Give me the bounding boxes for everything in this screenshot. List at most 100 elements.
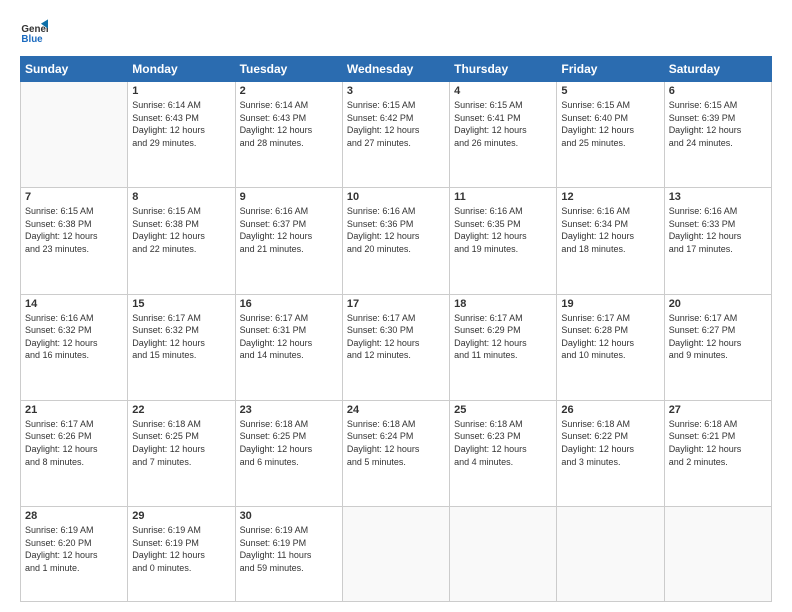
- day-number: 18: [454, 298, 552, 310]
- calendar-cell: 9 Sunrise: 6:16 AM Sunset: 6:37 PM Daylig…: [235, 188, 342, 294]
- day-info: Sunrise: 6:16 AM Sunset: 6:32 PM Dayligh…: [25, 312, 123, 362]
- calendar-cell: 6 Sunrise: 6:15 AM Sunset: 6:39 PM Daylig…: [664, 82, 771, 188]
- calendar-cell: [450, 507, 557, 602]
- day-number: 27: [669, 404, 767, 416]
- day-number: 25: [454, 404, 552, 416]
- calendar-cell: 14 Sunrise: 6:16 AM Sunset: 6:32 PM Dayli…: [21, 294, 128, 400]
- day-info: Sunrise: 6:17 AM Sunset: 6:30 PM Dayligh…: [347, 312, 445, 362]
- day-info: Sunrise: 6:17 AM Sunset: 6:31 PM Dayligh…: [240, 312, 338, 362]
- calendar-cell: 18 Sunrise: 6:17 AM Sunset: 6:29 PM Dayli…: [450, 294, 557, 400]
- week-row-3: 14 Sunrise: 6:16 AM Sunset: 6:32 PM Dayli…: [21, 294, 772, 400]
- calendar-cell: [21, 82, 128, 188]
- calendar-cell: 3 Sunrise: 6:15 AM Sunset: 6:42 PM Daylig…: [342, 82, 449, 188]
- calendar-cell: 13 Sunrise: 6:16 AM Sunset: 6:33 PM Dayli…: [664, 188, 771, 294]
- day-number: 19: [561, 298, 659, 310]
- calendar-cell: 19 Sunrise: 6:17 AM Sunset: 6:28 PM Dayli…: [557, 294, 664, 400]
- day-number: 23: [240, 404, 338, 416]
- day-number: 26: [561, 404, 659, 416]
- week-row-2: 7 Sunrise: 6:15 AM Sunset: 6:38 PM Daylig…: [21, 188, 772, 294]
- svg-text:Blue: Blue: [21, 34, 43, 45]
- day-info: Sunrise: 6:17 AM Sunset: 6:29 PM Dayligh…: [454, 312, 552, 362]
- logo: General Blue: [20, 18, 48, 46]
- day-number: 14: [25, 298, 123, 310]
- day-number: 29: [132, 510, 230, 522]
- day-info: Sunrise: 6:15 AM Sunset: 6:38 PM Dayligh…: [25, 205, 123, 255]
- header: General Blue: [20, 18, 772, 46]
- calendar-cell: 12 Sunrise: 6:16 AM Sunset: 6:34 PM Dayli…: [557, 188, 664, 294]
- calendar-cell: 27 Sunrise: 6:18 AM Sunset: 6:21 PM Dayli…: [664, 400, 771, 506]
- calendar-table: SundayMondayTuesdayWednesdayThursdayFrid…: [20, 56, 772, 602]
- day-number: 5: [561, 85, 659, 97]
- day-info: Sunrise: 6:19 AM Sunset: 6:20 PM Dayligh…: [25, 524, 123, 574]
- calendar-cell: 8Sunrise: 6:15 AM Sunset: 6:38 PM Daylig…: [128, 188, 235, 294]
- day-info: Sunrise: 6:15 AM Sunset: 6:39 PM Dayligh…: [669, 99, 767, 149]
- calendar-cell: 2 Sunrise: 6:14 AM Sunset: 6:43 PM Daylig…: [235, 82, 342, 188]
- day-info: Sunrise: 6:18 AM Sunset: 6:23 PM Dayligh…: [454, 418, 552, 468]
- day-info: Sunrise: 6:19 AM Sunset: 6:19 PM Dayligh…: [132, 524, 230, 574]
- day-info: Sunrise: 6:18 AM Sunset: 6:22 PM Dayligh…: [561, 418, 659, 468]
- calendar-cell: 25 Sunrise: 6:18 AM Sunset: 6:23 PM Dayli…: [450, 400, 557, 506]
- day-info: Sunrise: 6:18 AM Sunset: 6:25 PM Dayligh…: [240, 418, 338, 468]
- calendar-cell: [342, 507, 449, 602]
- day-number: 2: [240, 85, 338, 97]
- day-info: Sunrise: 6:16 AM Sunset: 6:35 PM Dayligh…: [454, 205, 552, 255]
- calendar-cell: 7 Sunrise: 6:15 AM Sunset: 6:38 PM Daylig…: [21, 188, 128, 294]
- day-info: Sunrise: 6:18 AM Sunset: 6:24 PM Dayligh…: [347, 418, 445, 468]
- day-number: 24: [347, 404, 445, 416]
- calendar-cell: 26 Sunrise: 6:18 AM Sunset: 6:22 PM Dayli…: [557, 400, 664, 506]
- calendar-cell: 15Sunrise: 6:17 AM Sunset: 6:32 PM Dayli…: [128, 294, 235, 400]
- day-info: Sunrise: 6:16 AM Sunset: 6:37 PM Dayligh…: [240, 205, 338, 255]
- day-info: Sunrise: 6:16 AM Sunset: 6:33 PM Dayligh…: [669, 205, 767, 255]
- calendar-cell: 22Sunrise: 6:18 AM Sunset: 6:25 PM Dayli…: [128, 400, 235, 506]
- day-number: 30: [240, 510, 338, 522]
- day-info: Sunrise: 6:19 AM Sunset: 6:19 PM Dayligh…: [240, 524, 338, 574]
- calendar-cell: 30 Sunrise: 6:19 AM Sunset: 6:19 PM Dayli…: [235, 507, 342, 602]
- calendar-cell: 28 Sunrise: 6:19 AM Sunset: 6:20 PM Dayli…: [21, 507, 128, 602]
- day-number: 22: [132, 404, 230, 416]
- week-row-5: 28 Sunrise: 6:19 AM Sunset: 6:20 PM Dayli…: [21, 507, 772, 602]
- day-number: 6: [669, 85, 767, 97]
- day-info: Sunrise: 6:14 AM Sunset: 6:43 PM Dayligh…: [132, 99, 230, 149]
- week-row-1: 1 Sunrise: 6:14 AM Sunset: 6:43 PM Daylig…: [21, 82, 772, 188]
- weekday-header-friday: Friday: [557, 57, 664, 82]
- calendar-cell: 20Sunrise: 6:17 AM Sunset: 6:27 PM Dayli…: [664, 294, 771, 400]
- day-number: 12: [561, 191, 659, 203]
- weekday-header-monday: Monday: [128, 57, 235, 82]
- weekday-header-saturday: Saturday: [664, 57, 771, 82]
- calendar-cell: 21Sunrise: 6:17 AM Sunset: 6:26 PM Dayli…: [21, 400, 128, 506]
- calendar-cell: 16Sunrise: 6:17 AM Sunset: 6:31 PM Dayli…: [235, 294, 342, 400]
- day-info: Sunrise: 6:15 AM Sunset: 6:40 PM Dayligh…: [561, 99, 659, 149]
- day-number: 10: [347, 191, 445, 203]
- day-info: Sunrise: 6:16 AM Sunset: 6:36 PM Dayligh…: [347, 205, 445, 255]
- weekday-header-sunday: Sunday: [21, 57, 128, 82]
- day-number: 8: [132, 191, 230, 203]
- day-info: Sunrise: 6:15 AM Sunset: 6:42 PM Dayligh…: [347, 99, 445, 149]
- calendar-cell: 24 Sunrise: 6:18 AM Sunset: 6:24 PM Dayli…: [342, 400, 449, 506]
- day-number: 7: [25, 191, 123, 203]
- calendar-cell: 4 Sunrise: 6:15 AM Sunset: 6:41 PM Daylig…: [450, 82, 557, 188]
- day-info: Sunrise: 6:14 AM Sunset: 6:43 PM Dayligh…: [240, 99, 338, 149]
- day-info: Sunrise: 6:15 AM Sunset: 6:41 PM Dayligh…: [454, 99, 552, 149]
- day-number: 13: [669, 191, 767, 203]
- day-number: 11: [454, 191, 552, 203]
- day-number: 3: [347, 85, 445, 97]
- day-number: 28: [25, 510, 123, 522]
- day-number: 20: [669, 298, 767, 310]
- weekday-header-wednesday: Wednesday: [342, 57, 449, 82]
- calendar-cell: 23 Sunrise: 6:18 AM Sunset: 6:25 PM Dayli…: [235, 400, 342, 506]
- logo-icon: General Blue: [20, 18, 48, 46]
- day-info: Sunrise: 6:17 AM Sunset: 6:32 PM Dayligh…: [132, 312, 230, 362]
- page: General Blue SundayMondayTuesdayWednesda…: [0, 0, 792, 612]
- calendar-cell: [557, 507, 664, 602]
- day-number: 1: [132, 85, 230, 97]
- calendar-cell: 11 Sunrise: 6:16 AM Sunset: 6:35 PM Dayli…: [450, 188, 557, 294]
- day-info: Sunrise: 6:17 AM Sunset: 6:26 PM Dayligh…: [25, 418, 123, 468]
- day-number: 4: [454, 85, 552, 97]
- day-info: Sunrise: 6:17 AM Sunset: 6:28 PM Dayligh…: [561, 312, 659, 362]
- day-number: 9: [240, 191, 338, 203]
- day-info: Sunrise: 6:18 AM Sunset: 6:21 PM Dayligh…: [669, 418, 767, 468]
- calendar-cell: 5 Sunrise: 6:15 AM Sunset: 6:40 PM Daylig…: [557, 82, 664, 188]
- day-number: 17: [347, 298, 445, 310]
- calendar-cell: 29 Sunrise: 6:19 AM Sunset: 6:19 PM Dayli…: [128, 507, 235, 602]
- day-info: Sunrise: 6:16 AM Sunset: 6:34 PM Dayligh…: [561, 205, 659, 255]
